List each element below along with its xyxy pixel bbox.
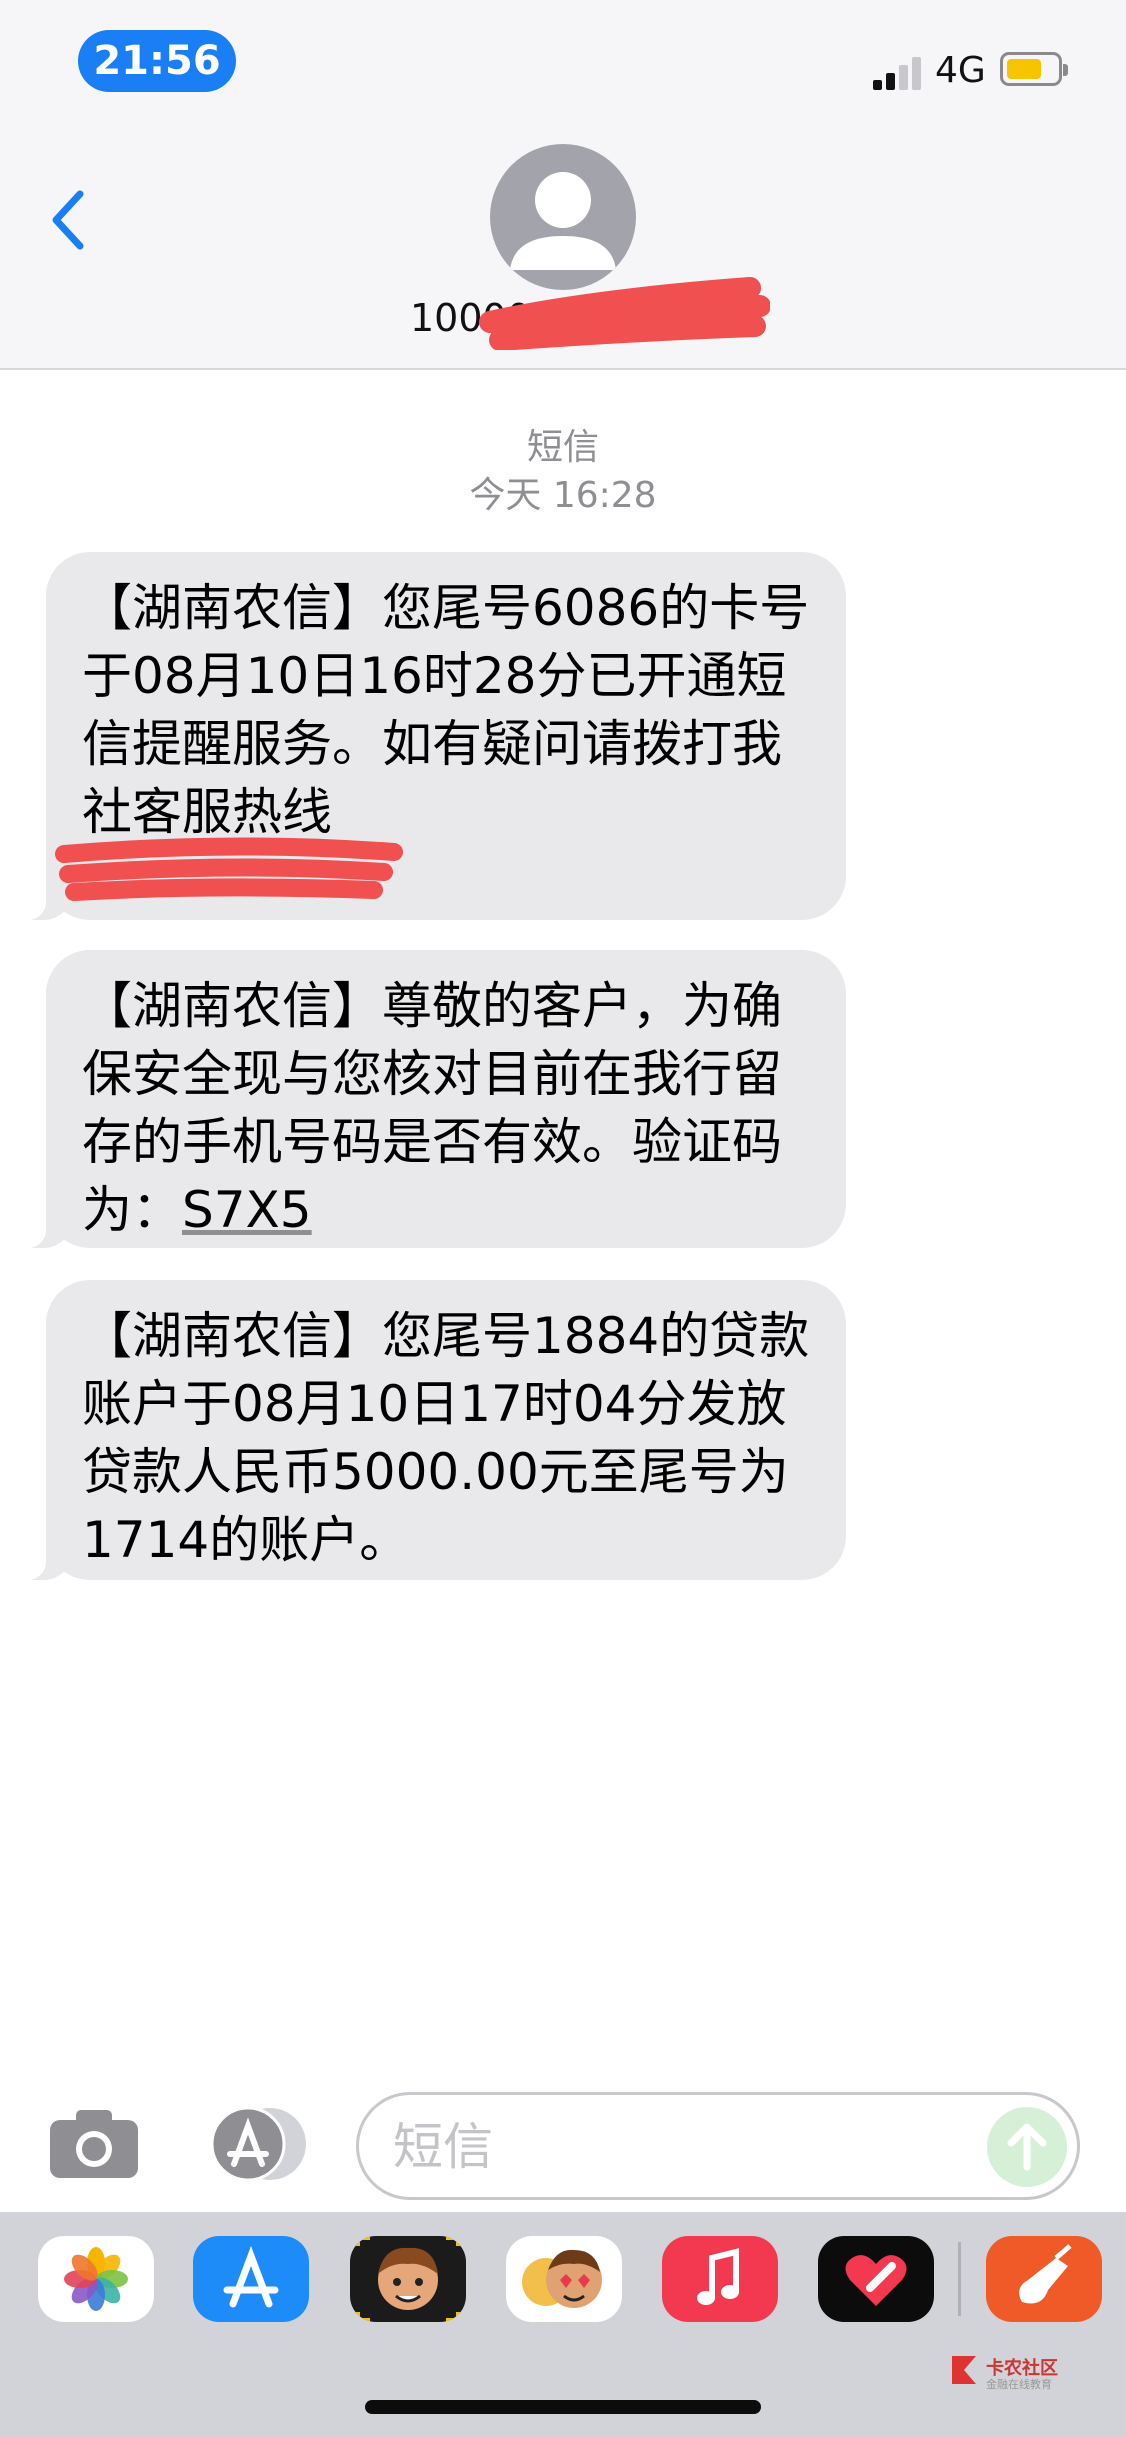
redaction-scribble xyxy=(479,277,770,350)
person-icon xyxy=(510,172,616,270)
message-input-field[interactable] xyxy=(356,2092,1080,2200)
garageband-icon xyxy=(1019,2244,1072,2304)
home-indicator[interactable] xyxy=(365,2400,761,2414)
status-time: 21:56 xyxy=(78,30,236,92)
message-input[interactable] xyxy=(391,2113,955,2181)
verification-code-link[interactable]: S7X5 xyxy=(182,1181,312,1239)
cellular-signal-icon xyxy=(873,54,923,90)
redaction-scribble xyxy=(55,837,403,901)
garageband-app-button[interactable] xyxy=(986,2236,1102,2322)
network-type: 4G xyxy=(935,50,986,91)
app-store-icon xyxy=(210,2106,306,2182)
message-text: 【湖南农信】您尾号6086的卡号于08月10日16时28分已开通短信提醒服务。如… xyxy=(82,579,810,841)
contact-avatar[interactable] xyxy=(490,144,636,290)
battery-icon xyxy=(1000,52,1068,86)
music-app-button[interactable] xyxy=(662,2236,778,2322)
app-store-app-button[interactable] xyxy=(193,2236,309,2322)
digital-touch-icon xyxy=(845,2255,907,2306)
conversation-header: 21:56 4G 10000 xyxy=(0,0,1126,370)
app-store-button[interactable] xyxy=(200,2104,308,2184)
service-label: 短信 xyxy=(526,427,599,468)
message-bubble[interactable]: 【湖南农信】您尾号1884的贷款账户于08月10日17时04分发放贷款人民币50… xyxy=(20,1280,846,1580)
message-timestamp: 今天 16:28 xyxy=(469,475,657,516)
photos-app-button[interactable] xyxy=(38,2236,154,2322)
memoji-icon xyxy=(356,2236,460,2322)
camera-button[interactable] xyxy=(48,2108,140,2180)
app-store-icon xyxy=(223,2246,279,2308)
digital-touch-app-button[interactable] xyxy=(818,2236,934,2322)
memoji-app-button[interactable] xyxy=(350,2236,466,2322)
memoji-stickers-app-button[interactable] xyxy=(506,2236,622,2322)
drawer-divider xyxy=(958,2242,961,2316)
camera-icon xyxy=(50,2110,138,2178)
watermark-subtitle: 金融在线教育 xyxy=(986,2378,1052,2391)
message-bubble[interactable]: 【湖南农信】尊敬的客户，为确保安全现与您核对目前在我行留存的手机号码是否有效。验… xyxy=(20,950,846,1248)
message-text: 【湖南农信】您尾号1884的贷款账户于08月10日17时04分发放贷款人民币50… xyxy=(82,1307,810,1569)
send-button[interactable] xyxy=(987,2107,1067,2187)
music-icon xyxy=(697,2248,739,2305)
back-button[interactable] xyxy=(40,180,100,260)
send-arrow-icon xyxy=(1007,2123,1047,2171)
chevron-left-icon xyxy=(52,190,84,250)
memoji-stickers-icon xyxy=(522,2249,602,2308)
photos-icon xyxy=(64,2247,128,2311)
